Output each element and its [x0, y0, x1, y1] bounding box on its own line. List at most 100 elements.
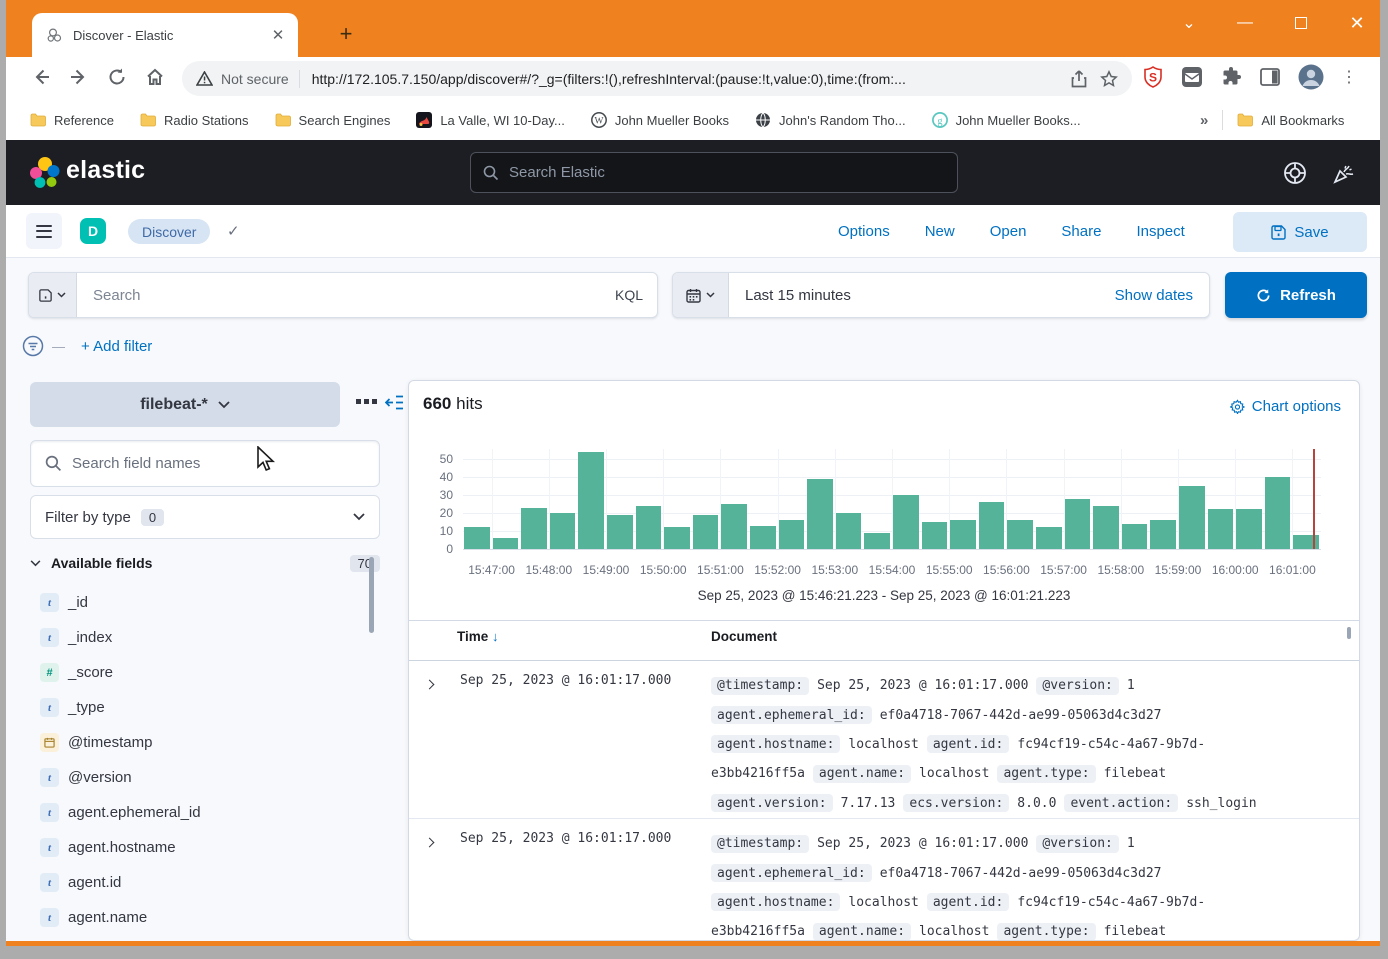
histogram-bar[interactable]	[550, 513, 576, 549]
saved-query-menu-button[interactable]	[29, 273, 77, 317]
hits-histogram[interactable]: 0102030405015:47:0015:48:0015:49:0015:50…	[409, 381, 1359, 616]
field-key-badge[interactable]: agent.ephemeral_id:	[711, 864, 872, 882]
field-item[interactable]: tagent.hostname	[30, 830, 360, 865]
security-label[interactable]: Not secure	[221, 71, 289, 87]
all-bookmarks-button[interactable]: All Bookmarks	[1237, 113, 1344, 128]
filter-by-type-select[interactable]: Filter by type 0	[30, 495, 380, 539]
histogram-bar[interactable]	[1150, 520, 1176, 549]
field-key-badge[interactable]: agent.type:	[997, 765, 1095, 783]
date-quick-menu-button[interactable]	[673, 273, 729, 317]
field-key-badge[interactable]: @version:	[1036, 835, 1118, 853]
histogram-bar[interactable]	[864, 533, 890, 549]
table-scrollbar[interactable]	[1347, 627, 1351, 639]
toolbar-link-open[interactable]: Open	[990, 223, 1027, 240]
add-filter-button[interactable]: + Add filter	[81, 338, 152, 355]
toolbar-link-new[interactable]: New	[925, 223, 955, 240]
index-pattern-options-icon[interactable]	[356, 399, 377, 404]
browser-tab[interactable]: Discover - Elastic ✕	[32, 13, 298, 57]
histogram-bar[interactable]	[521, 508, 547, 549]
histogram-bar[interactable]	[693, 515, 719, 549]
sort-desc-icon[interactable]: ↓	[492, 629, 499, 644]
histogram-bar[interactable]	[979, 502, 1005, 549]
bookmark-item[interactable]: Reference	[30, 113, 114, 128]
histogram-bar[interactable]	[950, 520, 976, 549]
show-dates-button[interactable]: Show dates	[1115, 287, 1209, 304]
field-key-badge[interactable]: agent.name:	[813, 923, 911, 941]
histogram-bar[interactable]	[464, 527, 490, 549]
toolbar-link-share[interactable]: Share	[1061, 223, 1101, 240]
field-item[interactable]: t@version	[30, 760, 360, 795]
toolbar-link-options[interactable]: Options	[838, 223, 890, 240]
menu-hamburger-button[interactable]	[26, 213, 62, 249]
bookmark-item[interactable]: John's Random Tho...	[755, 112, 906, 128]
histogram-bar[interactable]	[1293, 535, 1319, 549]
browser-menu-kebab-icon[interactable]: ⋮	[1341, 67, 1357, 87]
breadcrumb-discover[interactable]: Discover	[128, 219, 210, 244]
help-icon[interactable]	[1283, 161, 1307, 185]
forward-button[interactable]	[66, 64, 92, 90]
extension-mail-icon[interactable]	[1181, 66, 1203, 88]
histogram-bar[interactable]	[1036, 527, 1062, 549]
global-search-box[interactable]	[470, 152, 958, 193]
histogram-bar[interactable]	[1208, 509, 1234, 549]
field-key-badge[interactable]: @timestamp:	[711, 677, 809, 695]
available-fields-header[interactable]: Available fields 70	[30, 550, 380, 576]
field-item[interactable]: #_score	[30, 655, 360, 690]
field-key-badge[interactable]: @version:	[1036, 677, 1118, 695]
histogram-bar[interactable]	[493, 538, 519, 549]
elastic-logo-icon[interactable]	[28, 156, 62, 190]
histogram-bar[interactable]	[1093, 506, 1119, 549]
histogram-bar[interactable]	[1065, 499, 1091, 549]
global-search-input[interactable]	[509, 164, 945, 181]
bookmark-star-icon[interactable]	[1100, 70, 1118, 88]
bookmark-item[interactable]: La Valle, WI 10-Day...	[416, 112, 565, 128]
histogram-bar[interactable]	[750, 526, 776, 549]
field-item[interactable]: @timestamp	[30, 725, 360, 760]
home-button[interactable]	[142, 64, 168, 90]
field-search-input[interactable]	[72, 455, 365, 472]
field-item[interactable]: tagent.ephemeral_id	[30, 795, 360, 830]
field-key-badge[interactable]: agent.id:	[927, 893, 1009, 911]
histogram-bar[interactable]	[893, 495, 919, 549]
profile-avatar[interactable]	[1298, 64, 1324, 90]
bookmark-item[interactable]: gJohn Mueller Books...	[932, 112, 1081, 128]
new-tab-button[interactable]: +	[332, 20, 360, 48]
histogram-bar[interactable]	[578, 452, 604, 549]
field-item[interactable]: t_type	[30, 690, 360, 725]
share-icon[interactable]	[1070, 70, 1088, 88]
field-key-badge[interactable]: agent.ephemeral_id:	[711, 706, 872, 724]
histogram-bar[interactable]	[807, 479, 833, 549]
field-key-badge[interactable]: event.action:	[1064, 794, 1178, 812]
histogram-bar[interactable]	[1265, 477, 1291, 549]
side-panel-icon[interactable]	[1259, 66, 1281, 88]
kql-label[interactable]: KQL	[615, 287, 657, 303]
minimize-button[interactable]: —	[1230, 8, 1260, 38]
histogram-bar[interactable]	[721, 504, 747, 549]
window-menu-chevron-icon[interactable]: ⌄	[1174, 8, 1204, 38]
histogram-bar[interactable]	[636, 506, 662, 549]
bookmarks-overflow-chevron[interactable]: »	[1200, 112, 1208, 129]
kql-search-input[interactable]	[77, 287, 615, 304]
histogram-bar[interactable]	[922, 522, 948, 549]
field-key-badge[interactable]: ecs.version:	[903, 794, 1009, 812]
newsfeed-party-icon[interactable]	[1332, 161, 1356, 185]
bookmark-item[interactable]: Search Engines	[275, 113, 391, 128]
field-search-box[interactable]	[30, 440, 380, 487]
extensions-puzzle-icon[interactable]	[1220, 66, 1242, 88]
field-key-badge[interactable]: agent.type:	[997, 923, 1095, 941]
expand-row-button[interactable]	[426, 670, 460, 818]
sidebar-scrollbar[interactable]	[369, 557, 374, 633]
field-key-badge[interactable]: @timestamp:	[711, 835, 809, 853]
field-item[interactable]: tagent.name	[30, 900, 360, 935]
field-key-badge[interactable]: agent.hostname:	[711, 735, 840, 753]
maximize-button[interactable]	[1286, 8, 1316, 38]
field-item[interactable]: tagent.id	[30, 865, 360, 900]
save-button[interactable]: Save	[1233, 212, 1367, 252]
space-avatar[interactable]: D	[80, 218, 106, 244]
field-item[interactable]: t_index	[30, 620, 360, 655]
url-text[interactable]: http://172.105.7.150/app/discover#/?_g=(…	[312, 71, 1058, 87]
histogram-bar[interactable]	[1179, 486, 1205, 549]
extension-s-shield-icon[interactable]: S	[1142, 66, 1164, 88]
histogram-bar[interactable]	[1122, 524, 1148, 549]
expand-row-button[interactable]	[426, 828, 460, 941]
